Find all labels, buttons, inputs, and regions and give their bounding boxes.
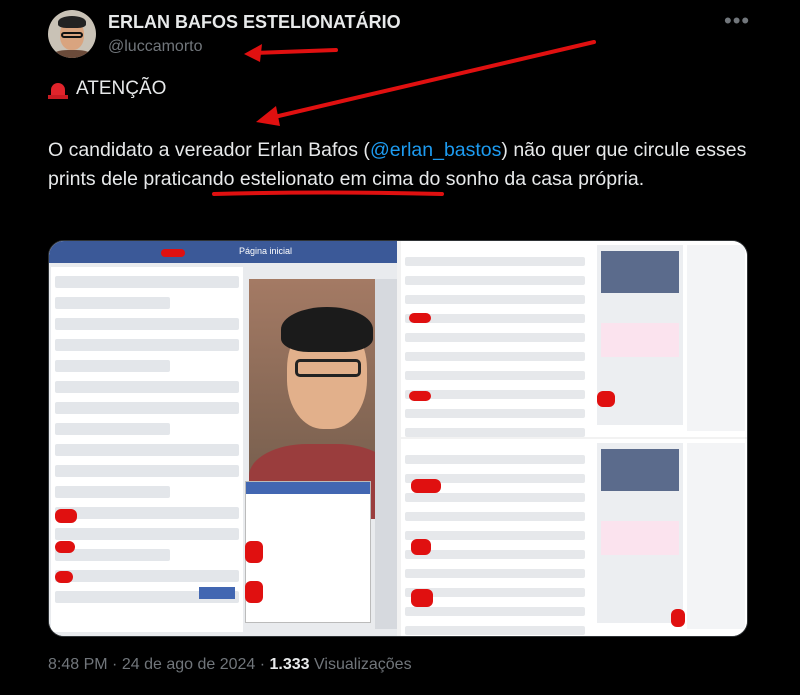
redaction-mark <box>161 249 185 257</box>
display-name[interactable]: ERLAN BAFOS ESTELIONATÁRIO <box>108 12 401 33</box>
alert-text: ATENÇÃO <box>76 78 167 99</box>
friends-sidebar <box>687 443 745 629</box>
meta-separator: · <box>112 656 118 673</box>
avatar-glasses <box>61 32 83 38</box>
annotation-arrow-tweet <box>256 40 596 126</box>
redaction-mark <box>245 541 263 563</box>
meta-separator: · <box>259 656 266 673</box>
more-options-icon[interactable]: ••• <box>724 8 750 34</box>
friends-sidebar <box>687 245 745 431</box>
views-label: Visualizações <box>314 656 412 673</box>
user-handle[interactable]: @luccamorto <box>108 38 203 56</box>
screenshot-left[interactable]: Página inicial <box>49 241 397 636</box>
annotation-underline <box>212 190 444 196</box>
redaction-mark <box>55 509 77 523</box>
redaction-mark <box>411 589 433 607</box>
tweet-text-part1: O candidato a vereador Erlan Bafos ( <box>48 139 370 161</box>
screenshot-top-right[interactable] <box>401 241 747 437</box>
redaction-mark <box>411 479 441 493</box>
chat-log <box>51 267 243 632</box>
police-siren-icon <box>48 79 68 99</box>
tweet-text: O candidato a vereador Erlan Bafos (@erl… <box>48 136 758 194</box>
mention-link[interactable]: @erlan_bastos <box>370 139 501 161</box>
redaction-mark <box>671 609 685 627</box>
avatar[interactable] <box>48 10 96 58</box>
tweet-meta: 8:48 PM · 24 de ago de 2024 · 1.333 Visu… <box>48 656 412 674</box>
redaction-mark <box>55 571 73 583</box>
tweet-time[interactable]: 8:48 PM <box>48 656 108 673</box>
facebook-header: Página inicial <box>49 241 397 263</box>
facebook-header-label: Página inicial <box>239 246 293 256</box>
alert-line: ATENÇÃO <box>48 78 166 100</box>
message-list <box>405 445 585 636</box>
avatar-shirt <box>52 50 92 58</box>
media-image-grid[interactable]: Página inicial <box>48 240 748 637</box>
screenshot-bottom-right[interactable] <box>401 439 747 636</box>
redaction-mark <box>409 313 431 323</box>
contacts-sidebar <box>375 279 397 629</box>
redaction-mark <box>245 581 263 603</box>
views-count: 1.333 <box>269 656 310 673</box>
redaction-mark <box>409 391 431 401</box>
redaction-mark <box>55 541 75 553</box>
avatar-hair <box>58 16 86 28</box>
redaction-mark <box>411 539 431 555</box>
reply-button <box>199 587 235 599</box>
message-list <box>405 247 585 447</box>
redaction-mark <box>597 391 615 407</box>
chat-window <box>245 481 371 623</box>
tweet-date[interactable]: 24 de ago de 2024 <box>122 656 255 673</box>
group-thumbnails <box>597 443 683 623</box>
